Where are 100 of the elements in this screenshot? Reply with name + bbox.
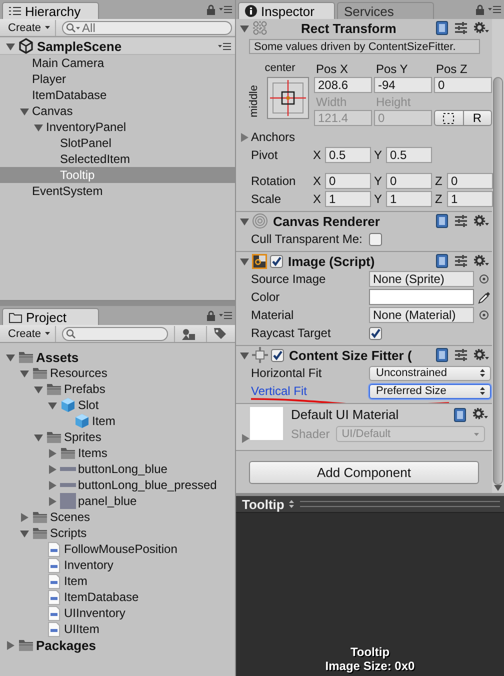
menu-icon[interactable] — [488, 5, 501, 14]
number-field[interactable]: 1 — [325, 191, 371, 207]
tree-item[interactable]: Packages — [0, 637, 235, 653]
number-field[interactable]: 0 — [447, 173, 493, 189]
number-field[interactable]: 0 — [386, 173, 432, 189]
lock-icon[interactable] — [206, 4, 216, 15]
search-field[interactable] — [62, 326, 168, 340]
gear-icon[interactable] — [474, 349, 489, 361]
tree-item[interactable]: Canvas — [0, 103, 235, 119]
tree-item[interactable]: Prefabs — [0, 381, 235, 397]
dropdown[interactable]: Unconstrained — [369, 366, 491, 380]
foldout-arrow[interactable] — [240, 216, 249, 226]
color-field[interactable] — [369, 289, 474, 305]
foldout-arrow[interactable] — [240, 350, 249, 360]
foldout-arrow[interactable] — [20, 106, 29, 116]
sliders-icon[interactable] — [455, 215, 467, 227]
tree-item[interactable]: Slot — [0, 397, 235, 413]
preview-dropdown[interactable]: Tooltip — [242, 496, 294, 512]
foldout-arrow[interactable] — [6, 42, 15, 50]
blueprint-mode-button[interactable] — [434, 110, 464, 126]
number-field[interactable]: 1 — [447, 191, 493, 207]
tree-item[interactable]: InventoryPanel — [0, 119, 235, 135]
lock-icon[interactable] — [475, 4, 485, 15]
foldout-arrow[interactable] — [34, 384, 43, 394]
sliders-icon[interactable] — [455, 255, 467, 267]
tree-item[interactable]: Item — [0, 573, 235, 589]
object-picker-icon[interactable] — [479, 310, 489, 320]
number-field[interactable]: 0.5 — [386, 147, 432, 163]
lock-icon[interactable] — [206, 310, 216, 321]
tree-item[interactable]: Scripts — [0, 525, 235, 541]
number-field[interactable]: 1 — [386, 191, 432, 207]
number-field[interactable]: 0 — [325, 173, 371, 189]
foldout-arrow[interactable] — [20, 528, 29, 538]
tree-item[interactable]: ItemDatabase — [0, 87, 235, 103]
foldout-arrow[interactable] — [48, 480, 57, 490]
foldout-arrow[interactable] — [34, 122, 43, 132]
gear-icon[interactable] — [474, 215, 489, 227]
tree-item[interactable]: Assets — [0, 349, 235, 365]
menu-icon[interactable] — [219, 311, 232, 320]
panel-tab[interactable]: Inspector — [238, 2, 335, 19]
tree-item[interactable]: SlotPanel — [0, 135, 235, 151]
help-icon[interactable] — [436, 348, 448, 362]
tree-item[interactable]: UIInventory — [0, 605, 235, 621]
tree-item[interactable]: Item — [0, 413, 235, 429]
object-picker-icon[interactable] — [479, 274, 489, 284]
number-field[interactable]: -94 — [374, 77, 432, 93]
panel-tab[interactable]: Hierarchy — [2, 2, 99, 19]
foldout-arrow[interactable] — [240, 256, 249, 266]
tree-item[interactable]: Sprites — [0, 429, 235, 445]
checkbox[interactable] — [369, 232, 382, 246]
checkbox[interactable] — [270, 254, 283, 268]
number-field[interactable]: 0 — [434, 77, 492, 93]
foldout-arrow[interactable] — [20, 512, 29, 522]
help-icon[interactable] — [436, 254, 448, 268]
sliders-icon[interactable] — [455, 349, 467, 361]
tree-item[interactable]: panel_blue — [0, 493, 235, 509]
tree-item[interactable]: SelectedItem — [0, 151, 235, 167]
search-field[interactable]: All — [62, 20, 232, 34]
tree-item[interactable]: Main Camera — [0, 55, 235, 71]
tree-item[interactable]: EventSystem — [0, 183, 235, 199]
help-icon[interactable] — [436, 214, 448, 228]
tree-item[interactable]: Player — [0, 71, 235, 87]
foldout-arrow[interactable] — [34, 432, 43, 442]
anchor-preset-button[interactable] — [267, 77, 309, 119]
tree-item[interactable]: Items — [0, 445, 235, 461]
foldout-arrow[interactable] — [48, 464, 57, 474]
number-field[interactable]: 208.6 — [314, 77, 372, 93]
tree-item[interactable]: buttonLong_blue — [0, 461, 235, 477]
gear-icon[interactable] — [473, 408, 488, 420]
tree-item[interactable]: ItemDatabase — [0, 589, 235, 605]
tree-item[interactable]: Scenes — [0, 509, 235, 525]
foldout-arrow[interactable] — [6, 640, 15, 650]
gear-icon[interactable] — [474, 22, 489, 34]
add-component-button[interactable]: Add Component — [249, 461, 479, 484]
help-icon[interactable] — [454, 408, 466, 422]
raw-edit-button[interactable]: R — [464, 110, 492, 126]
checkbox[interactable] — [271, 348, 284, 362]
tree-item[interactable]: Resources — [0, 365, 235, 381]
checkbox[interactable] — [369, 326, 382, 340]
foldout-arrow[interactable] — [48, 496, 57, 506]
tree-item[interactable]: Inventory — [0, 557, 235, 573]
tree-item[interactable]: FollowMousePosition — [0, 541, 235, 557]
create-dropdown[interactable]: Create — [3, 20, 56, 36]
menu-icon[interactable] — [218, 42, 231, 50]
eyedropper-icon[interactable] — [478, 290, 491, 304]
tree-item[interactable]: UIItem — [0, 621, 235, 637]
tree-item[interactable]: buttonLong_blue_pressed — [0, 477, 235, 493]
gear-icon[interactable] — [474, 255, 489, 267]
sliders-icon[interactable] — [455, 22, 467, 34]
panel-tab[interactable]: Services — [337, 2, 434, 19]
foldout-arrow[interactable] — [20, 368, 29, 378]
menu-icon[interactable] — [219, 5, 232, 14]
object-field[interactable]: None (Material) — [369, 307, 474, 323]
number-field[interactable]: 0.5 — [325, 147, 371, 163]
scrollbar-thumb[interactable] — [493, 77, 503, 485]
scroll-down-arrow[interactable] — [494, 485, 502, 491]
foldout-arrow[interactable] — [240, 24, 249, 32]
object-field[interactable]: None (Sprite) — [369, 271, 474, 287]
dropdown[interactable]: Preferred Size — [369, 384, 491, 398]
panel-tab[interactable]: Project — [2, 308, 99, 325]
